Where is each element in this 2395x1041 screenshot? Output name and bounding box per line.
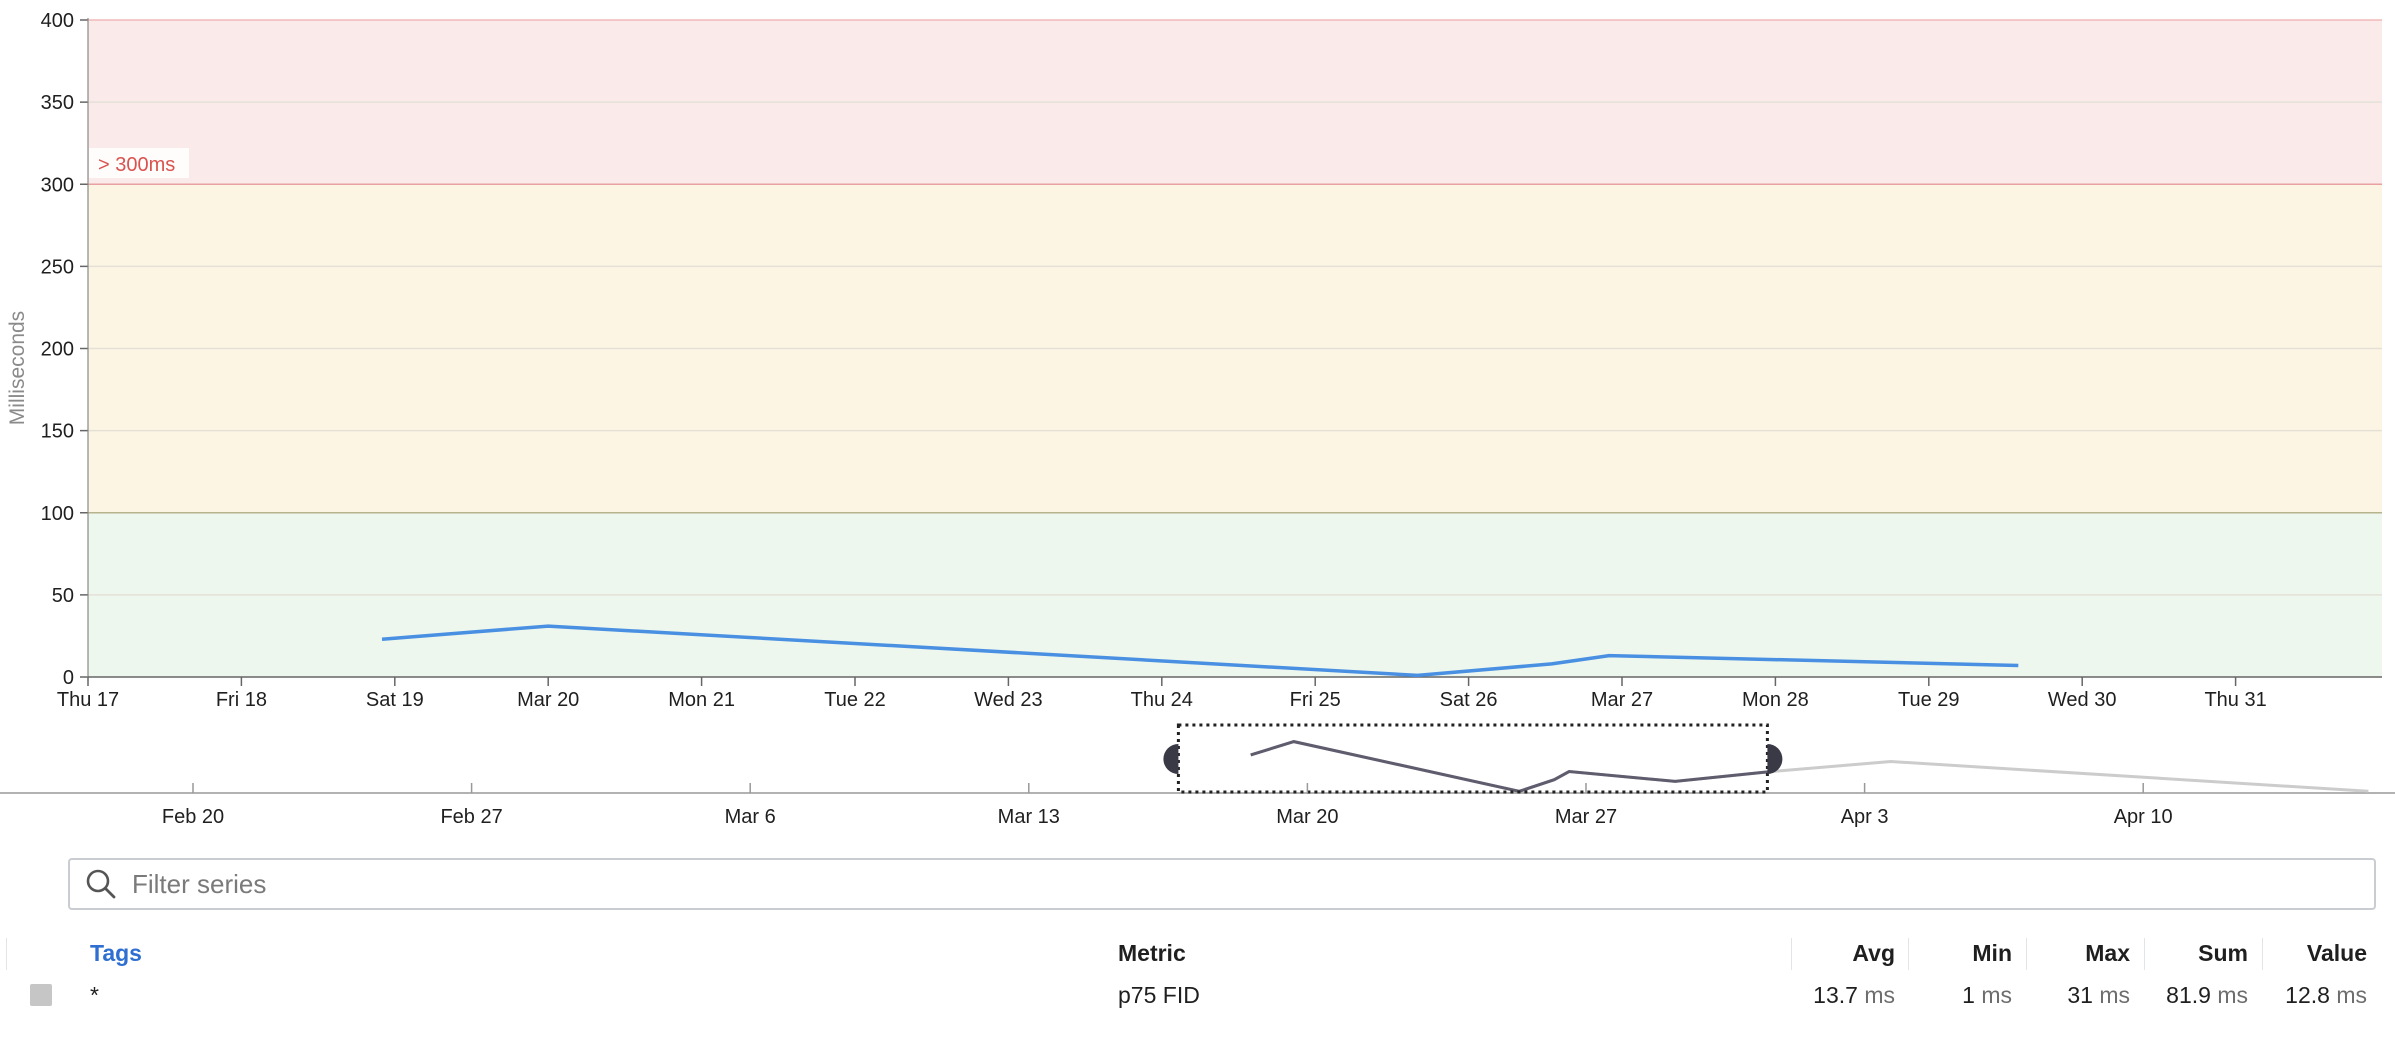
- x-tick-label: Tue 22: [824, 689, 886, 711]
- threshold-label: > 300ms: [89, 148, 189, 178]
- x-tick-label: Wed 30: [2048, 689, 2117, 711]
- x-tick-label: Thu 24: [1131, 689, 1193, 711]
- table-row[interactable]: * p75 FID 13.7 ms 1 ms 31 ms 81.9 ms 12.…: [0, 974, 2395, 1016]
- x-tick-label: Sat 26: [1440, 689, 1498, 711]
- filter-series-input[interactable]: [130, 867, 2334, 901]
- x-tick-label: Fri 25: [1290, 689, 1341, 711]
- y-tick-label: 200: [41, 339, 74, 361]
- y-tick-label: 300: [41, 174, 74, 196]
- header-value[interactable]: Value: [2307, 932, 2367, 974]
- table-header-row: Tags Metric Avg Min Max Sum Value: [0, 932, 2395, 974]
- y-tick-label: 350: [41, 92, 74, 114]
- navigator-tick-label: Mar 13: [998, 806, 1060, 828]
- row-avg: 13.7 ms: [1813, 974, 1895, 1016]
- navigator-tick-label: Feb 27: [440, 806, 502, 828]
- row-value: 12.8 ms: [2285, 974, 2367, 1016]
- row-sum-unit: ms: [2217, 982, 2248, 1008]
- x-axis: Thu 17 Fri 18 Sat 19 Mar 20 Mon 21 Tue 22 Wed …: [57, 676, 2382, 711]
- header-max[interactable]: Max: [2085, 932, 2130, 974]
- y-tick-label: 150: [41, 421, 74, 443]
- chart: > 300ms 0 50 100 150 200 250 300 350 400 Millise…: [0, 10, 2395, 828]
- y-tick-label: 100: [41, 503, 74, 525]
- y-tick-label: 250: [41, 256, 74, 278]
- row-avg-unit: ms: [1864, 982, 1895, 1008]
- x-tick-label: Mon 28: [1742, 689, 1809, 711]
- row-value-value: 12.8: [2285, 982, 2330, 1008]
- x-tick-label: Tue 29: [1898, 689, 1960, 711]
- row-min-unit: ms: [1981, 982, 2012, 1008]
- navigator-tick-label: Feb 20: [162, 806, 224, 828]
- header-tags[interactable]: Tags: [90, 932, 142, 974]
- series-toggle-checkbox[interactable]: [30, 984, 52, 1006]
- series-table: Tags Metric Avg Min Max Sum Value * p75 …: [0, 932, 2395, 1016]
- x-tick-label: Mar 27: [1591, 689, 1653, 711]
- x-tick-label: Wed 23: [974, 689, 1043, 711]
- y-tick-label: 0: [63, 667, 74, 689]
- header-sum[interactable]: Sum: [2198, 932, 2248, 974]
- navigator-tick-label: Mar 27: [1555, 806, 1617, 828]
- y-tick-label: 400: [41, 10, 74, 32]
- row-metric: p75 FID: [1118, 982, 1200, 1008]
- row-sum: 81.9 ms: [2166, 974, 2248, 1016]
- x-tick-label: Thu 17: [57, 689, 119, 711]
- x-tick-label: Mon 21: [668, 689, 735, 711]
- navigator[interactable]: Feb 20 Feb 27 Mar 6 Mar 13 Mar 20 Mar 27 Apr 3…: [0, 723, 2395, 828]
- row-max-unit: ms: [2099, 982, 2130, 1008]
- navigator-tick-label: Apr 3: [1841, 806, 1889, 828]
- y-tick-label: 50: [52, 585, 74, 607]
- x-tick-label: Sat 19: [366, 689, 424, 711]
- search-icon: [84, 867, 118, 901]
- header-metric[interactable]: Metric: [1118, 932, 1186, 974]
- x-tick-label: Thu 31: [2204, 689, 2266, 711]
- navigator-line-selected: [1250, 740, 1772, 793]
- filter-series-box[interactable]: [68, 858, 2376, 910]
- row-value-unit: ms: [2336, 982, 2367, 1008]
- row-avg-value: 13.7: [1813, 982, 1858, 1008]
- navigator-tick-label: Mar 6: [725, 806, 776, 828]
- navigator-tick-label: Mar 20: [1276, 806, 1338, 828]
- navigator-tick-label: Apr 10: [2114, 806, 2173, 828]
- row-tags: *: [90, 982, 99, 1008]
- row-sum-value: 81.9: [2166, 982, 2211, 1008]
- x-tick-label: Fri 18: [216, 689, 267, 711]
- threshold-label-text: > 300ms: [98, 154, 175, 176]
- navigator-line-outside: [1250, 740, 2369, 793]
- row-min-value: 1: [1962, 982, 1975, 1008]
- y-axis: 0 50 100 150 200 250 300 350 400: [41, 10, 89, 689]
- navigator-left-handle[interactable]: [1163, 744, 1179, 774]
- y-axis-title: Milliseconds: [6, 311, 29, 425]
- row-max-value: 31: [2067, 982, 2093, 1008]
- row-max: 31 ms: [2067, 974, 2130, 1016]
- x-tick-label: Mar 20: [517, 689, 579, 711]
- header-avg[interactable]: Avg: [1852, 932, 1895, 974]
- header-min[interactable]: Min: [1972, 932, 2012, 974]
- row-min: 1 ms: [1962, 974, 2012, 1016]
